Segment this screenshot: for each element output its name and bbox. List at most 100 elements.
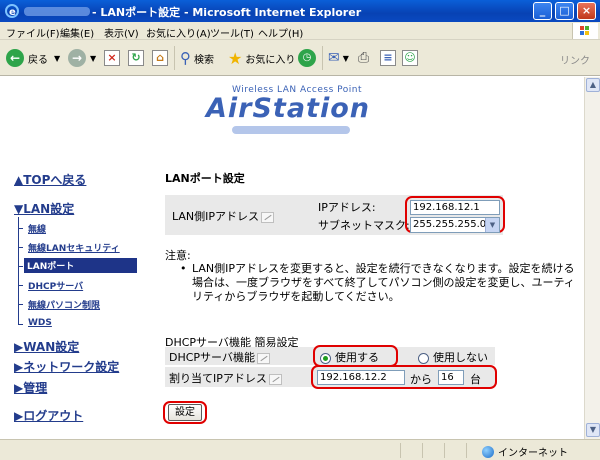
title-blur [24, 7, 90, 16]
radio-unselected-icon[interactable] [418, 352, 429, 364]
tree-tick [18, 285, 23, 286]
menu-view[interactable]: 表示(V) [104, 25, 139, 40]
ie-logo-icon: e [5, 4, 19, 18]
home-button[interactable]: ⌂ [152, 48, 168, 68]
nav-network[interactable]: ▶ネットワーク設定 [14, 358, 119, 375]
from-label: から [410, 373, 432, 386]
tree-tick [18, 228, 23, 229]
menu-bar: ファイル(F) 編集(E) 表示(V) お気に入り(A) ツール(T) ヘルプ(… [0, 22, 600, 40]
toolbar-divider [322, 46, 323, 70]
home-icon: ⌂ [152, 50, 168, 66]
bullet-icon: • [180, 262, 187, 275]
history-icon: ◷ [298, 49, 316, 67]
maximize-button[interactable]: □ [555, 2, 574, 20]
dhcp-off-radio[interactable]: 使用しない [418, 349, 488, 365]
tree-tick [18, 247, 23, 248]
links-label[interactable]: リンク [560, 52, 590, 67]
edit-page-icon: ≡ [380, 50, 396, 66]
scroll-up-icon[interactable]: ▲ [586, 78, 600, 92]
page-title: LANポート設定 [165, 172, 245, 185]
menu-help[interactable]: ヘルプ(H) [258, 25, 303, 40]
globe-icon [482, 445, 494, 458]
status-bar: インターネット [0, 439, 600, 460]
refresh-icon: ↻ [128, 50, 144, 66]
lan-ip-label: LAN側IPアドレス [172, 208, 275, 224]
nav-item-wireless[interactable]: 無線 [28, 222, 46, 235]
nav-admin[interactable]: ▶管理 [14, 379, 47, 396]
subnet-label: サブネットマスク: [318, 219, 410, 232]
minimize-button[interactable]: _ [533, 2, 552, 20]
close-button[interactable]: × [577, 2, 596, 20]
tree-line [18, 217, 19, 325]
lan-ip-label-text: LAN側IPアドレス [172, 210, 260, 223]
dhcp-on-radio[interactable]: 使用する [320, 349, 379, 365]
status-divider [422, 443, 423, 458]
chevron-down-icon[interactable]: ▼ [485, 218, 499, 232]
forward-arrow-icon: → [68, 49, 86, 67]
title-bar: e - LANポート設定 - Microsoft Internet Explor… [0, 0, 600, 22]
nav-wan[interactable]: ▶WAN設定 [14, 338, 79, 355]
dhcp-label: DHCPサーバ機能 [169, 349, 270, 365]
forward-button[interactable]: → ▼ [68, 48, 96, 68]
print-button[interactable]: ⎙ [358, 48, 369, 68]
menu-file[interactable]: ファイル(F) [6, 25, 60, 40]
toolbar: ← 戻る ▼ → ▼ × ↻ ⌂ ⚲ 検索 ★ お気に入り ◷ ✉ ▼ ⎙ ≡ … [0, 40, 600, 76]
chevron-down-icon: ▼ [54, 53, 61, 63]
nav-item-wireless-security[interactable]: 無線LANセキュリティ [28, 241, 120, 254]
history-button[interactable]: ◷ [298, 48, 316, 68]
assign-count-input[interactable]: 16 [438, 370, 464, 385]
status-divider [466, 443, 467, 458]
nav-lan-settings[interactable]: ▼LAN設定 [14, 200, 74, 217]
nav-item-mac-filter[interactable]: 無線パソコン制限 [28, 298, 100, 311]
back-button[interactable]: ← 戻る ▼ [6, 48, 60, 68]
search-button[interactable]: ⚲ 検索 [180, 48, 214, 68]
nav-item-lan-port[interactable]: LANポート [24, 258, 137, 273]
subnet-mask-value: 255.255.255.0 [413, 219, 487, 230]
svg-text:e: e [9, 7, 16, 18]
menu-favorites[interactable]: お気に入り(A) [146, 25, 211, 40]
ip-address-input[interactable]: 192.168.12.1 [410, 200, 500, 215]
toolbar-divider [174, 46, 175, 70]
vertical-scrollbar[interactable]: ▲ ▼ [584, 77, 600, 439]
subnet-mask-select[interactable]: 255.255.255.0 ▼ [410, 217, 500, 233]
menu-tools[interactable]: ツール(T) [210, 25, 254, 40]
refresh-button[interactable]: ↻ [128, 48, 144, 68]
submit-button[interactable]: 設定 [168, 404, 202, 421]
zone-label: インターネット [498, 448, 568, 459]
chevron-down-icon: ▼ [342, 53, 349, 63]
edit-button[interactable]: ≡ [380, 48, 396, 68]
scroll-down-icon[interactable]: ▼ [586, 423, 600, 437]
count-unit-label: 台 [470, 373, 481, 386]
dhcp-on-label: 使用する [335, 351, 379, 364]
airstation-logo: AirStation [206, 93, 370, 124]
help-icon[interactable] [256, 352, 270, 364]
ip-label: IPアドレス: [318, 201, 376, 214]
search-icon: ⚲ [180, 49, 191, 67]
nav-top[interactable]: ▲TOPへ戻る [14, 171, 86, 188]
back-label: 戻る [28, 54, 48, 66]
help-icon[interactable] [268, 373, 282, 385]
menu-edit[interactable]: 編集(E) [60, 25, 94, 40]
assign-label-text: 割り当てIPアドレス [169, 372, 267, 385]
messenger-button[interactable]: ☺ [402, 48, 418, 68]
page-content: Wireless LAN Access Point AirStation ▲TO… [0, 77, 584, 439]
search-label: 検索 [194, 54, 214, 66]
assign-start-input[interactable]: 192.168.12.2 [317, 370, 405, 385]
nav-logout[interactable]: ▶ログアウト [14, 407, 83, 424]
chevron-down-icon: ▼ [90, 53, 97, 63]
note-text: LAN側IPアドレスを変更すると、設定を続行できなくなります。設定を続ける場合は… [192, 262, 575, 303]
back-arrow-icon: ← [6, 49, 24, 67]
radio-selected-icon[interactable] [320, 352, 331, 364]
favorites-label: お気に入り [245, 54, 296, 66]
messenger-icon: ☺ [402, 50, 418, 66]
stop-button[interactable]: × [104, 48, 120, 68]
nav-item-dhcp[interactable]: DHCPサーバ [28, 279, 83, 292]
mail-button[interactable]: ✉ ▼ [328, 48, 349, 68]
printer-icon: ⎙ [358, 50, 370, 66]
help-icon[interactable] [261, 211, 275, 223]
nav-item-wds[interactable]: WDS [28, 318, 52, 328]
dhcp-label-text: DHCPサーバ機能 [169, 351, 255, 364]
status-divider [400, 443, 401, 458]
favorites-button[interactable]: ★ お気に入り [228, 48, 295, 68]
windows-logo-icon [572, 23, 598, 39]
